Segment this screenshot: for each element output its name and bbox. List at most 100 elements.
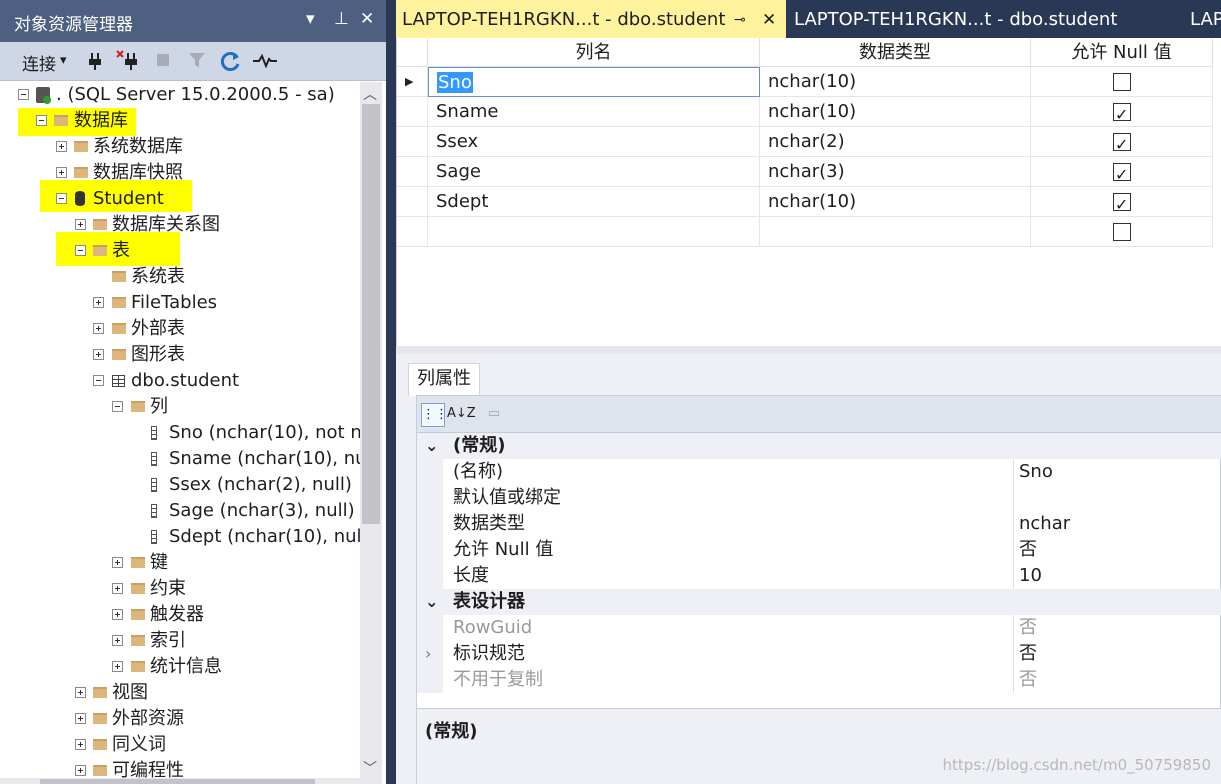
collapse-icon[interactable] <box>112 401 123 412</box>
tree-node-external-tables[interactable]: 外部表 <box>0 316 360 342</box>
property-row[interactable]: 不用于复制 否 <box>417 667 1221 693</box>
scroll-down-icon[interactable]: ﹀ <box>363 758 377 778</box>
close-icon[interactable]: ✕ <box>762 0 776 38</box>
dropdown-arrow-icon[interactable]: ▾ <box>306 9 315 29</box>
collapse-icon[interactable] <box>36 115 47 126</box>
row-selector[interactable] <box>397 97 428 127</box>
tree-node-column[interactable]: Sno (nchar(10), not nu <box>0 420 373 446</box>
splitter[interactable] <box>396 346 1221 354</box>
tab-dbo-student-active[interactable]: LAPTOP-TEH1RGKN...t - dbo.student ⊸ ✕ <box>396 0 786 38</box>
tab-laptop[interactable]: LAP <box>1190 0 1221 38</box>
cell-data-type[interactable]: nchar(2) <box>760 127 1031 157</box>
property-row[interactable]: 数据类型 nchar <box>417 511 1221 537</box>
property-value[interactable]: nchar <box>1019 511 1070 537</box>
property-value[interactable]: 否 <box>1019 641 1037 667</box>
property-category[interactable]: ⌄ 表设计器 <box>417 589 1221 615</box>
tree-node-diagrams[interactable]: 数据库关系图 <box>0 212 360 238</box>
collapse-icon[interactable] <box>75 245 86 256</box>
tree-node-student-db[interactable]: Student <box>0 186 360 212</box>
property-value[interactable]: 否 <box>1019 537 1037 563</box>
property-value[interactable]: 否 <box>1019 667 1037 693</box>
expand-icon[interactable] <box>75 687 86 698</box>
tree-node-columns[interactable]: 列 <box>0 394 360 420</box>
expand-icon[interactable] <box>56 167 67 178</box>
activity-monitor-icon[interactable] <box>252 54 278 68</box>
vertical-scrollbar[interactable]: ︿ ﹀ <box>360 82 382 784</box>
row-selector[interactable] <box>397 157 428 187</box>
row-selector[interactable]: ▶ <box>397 67 428 97</box>
cell-column-name[interactable]: Sage <box>428 157 760 187</box>
cell-column-name[interactable]: Sname <box>428 97 760 127</box>
tree-node-keys[interactable]: 键 <box>0 550 360 576</box>
connect-dropdown-icon[interactable]: ▾ <box>60 53 67 68</box>
tree-node-column[interactable]: Sname (nchar(10), nul <box>0 446 372 472</box>
tree-node-system-databases[interactable]: 系统数据库 <box>0 134 360 160</box>
property-row[interactable]: 允许 Null 值 否 <box>417 537 1221 563</box>
pin-icon[interactable]: ⊥ <box>334 9 349 29</box>
row-selector[interactable] <box>397 127 428 157</box>
row-selector[interactable] <box>397 187 428 217</box>
expand-icon[interactable] <box>112 661 123 672</box>
tree-node-system-tables[interactable]: 系统表 <box>0 264 360 290</box>
disconnect-icon[interactable] <box>116 49 140 71</box>
tree-node-statistics[interactable]: 统计信息 <box>0 654 360 680</box>
expand-icon[interactable] <box>93 349 104 360</box>
expand-icon[interactable] <box>75 219 86 230</box>
tree-node-databases[interactable]: 数据库 <box>0 108 360 134</box>
expand-icon[interactable] <box>112 557 123 568</box>
property-row[interactable]: › 标识规范 否 <box>417 641 1221 667</box>
allow-null-checkbox[interactable] <box>1113 223 1131 241</box>
tree-node-constraints[interactable]: 约束 <box>0 576 360 602</box>
filter-icon[interactable] <box>188 51 206 69</box>
stop-icon[interactable] <box>156 53 170 67</box>
scroll-up-icon[interactable]: ︿ <box>363 84 377 104</box>
cell-column-name[interactable]: Sdept <box>428 187 760 217</box>
scrollbar-thumb[interactable] <box>40 779 315 784</box>
tree-node-column[interactable]: Sage (nchar(3), null) <box>0 498 360 524</box>
categorized-icon[interactable]: ⋮⋮ <box>421 403 448 427</box>
close-icon[interactable]: ✕ <box>360 9 374 29</box>
property-row[interactable]: RowGuid 否 <box>417 615 1221 641</box>
cell-column-name[interactable]: Ssex <box>428 127 760 157</box>
cell-data-type[interactable] <box>760 217 1031 247</box>
row-selector[interactable] <box>397 217 428 247</box>
expand-icon[interactable] <box>112 583 123 594</box>
tree-node-column[interactable]: Ssex (nchar(2), null) <box>0 472 360 498</box>
tree-node-indexes[interactable]: 索引 <box>0 628 360 654</box>
allow-null-checkbox[interactable] <box>1113 130 1131 156</box>
expand-chevron-icon[interactable]: › <box>425 641 431 667</box>
property-row[interactable]: 默认值或绑定 <box>417 485 1221 511</box>
tree-node-dbo-student[interactable]: dbo.student <box>0 368 360 394</box>
property-value[interactable]: 否 <box>1019 615 1037 641</box>
expand-icon[interactable] <box>112 609 123 620</box>
allow-null-checkbox[interactable] <box>1113 160 1131 186</box>
tree-node-column[interactable]: Sdept (nchar(10), null) <box>0 524 374 550</box>
expand-icon[interactable] <box>75 765 86 776</box>
tree-node-tables[interactable]: 表 <box>0 238 360 264</box>
property-value[interactable]: Sno <box>1019 459 1053 485</box>
tree-node-graph-tables[interactable]: 图形表 <box>0 342 360 368</box>
tree-node-server[interactable]: . (SQL Server 15.0.2000.5 - sa) <box>0 82 360 108</box>
tab-dbo-student[interactable]: LAPTOP-TEH1RGKN...t - dbo.student <box>794 0 1174 38</box>
expand-icon[interactable] <box>75 739 86 750</box>
plug-connect-icon[interactable] <box>86 51 104 71</box>
tree-node-snapshots[interactable]: 数据库快照 <box>0 160 360 186</box>
expand-icon[interactable] <box>75 713 86 724</box>
cell-column-name[interactable]: Sno <box>428 67 760 97</box>
property-pages-icon[interactable]: ▭ <box>483 403 505 425</box>
cell-data-type[interactable]: nchar(10) <box>760 67 1031 97</box>
allow-null-checkbox[interactable] <box>1113 100 1131 126</box>
collapse-icon[interactable] <box>18 89 29 100</box>
tree-node-external-resources[interactable]: 外部资源 <box>0 706 360 732</box>
collapse-icon[interactable] <box>56 193 67 204</box>
tree-node-filetables[interactable]: FileTables <box>0 290 360 316</box>
expand-icon[interactable] <box>93 323 104 334</box>
collapse-icon[interactable] <box>93 375 104 386</box>
property-row[interactable]: 长度 10 <box>417 563 1221 589</box>
cell-data-type[interactable]: nchar(10) <box>760 187 1031 217</box>
horizontal-scrollbar[interactable] <box>0 778 360 784</box>
expand-icon[interactable] <box>112 635 123 646</box>
scrollbar-thumb[interactable] <box>362 104 380 524</box>
allow-null-checkbox[interactable] <box>1113 73 1131 91</box>
refresh-icon[interactable] <box>220 50 242 72</box>
